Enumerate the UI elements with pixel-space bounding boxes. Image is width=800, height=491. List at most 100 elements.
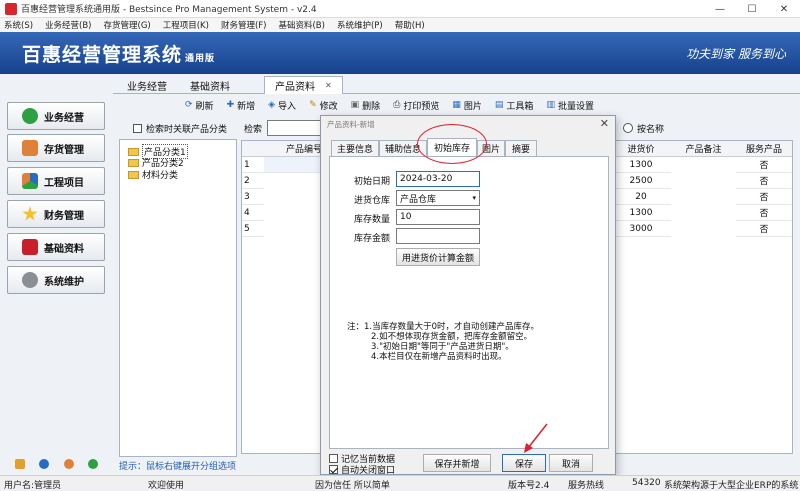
nav-maintenance[interactable]: 系统维护 — [7, 266, 105, 294]
image-icon: ▦ — [452, 100, 461, 110]
remember-checkbox[interactable] — [329, 454, 338, 463]
trash-icon: ▣ — [350, 100, 360, 110]
note-line: 2.如不想体现存货金额，把库存金额留空。 — [371, 332, 533, 342]
status-architecture: 系统架构源于大型企业ERP的系统 — [664, 481, 799, 491]
menu-basics[interactable]: 基础资料(B) — [278, 19, 324, 31]
tab-basics[interactable]: 基础资料 — [180, 76, 240, 94]
stock-amount-input[interactable] — [396, 228, 480, 244]
calc-by-price-button[interactable]: 用进货价计算金额 — [396, 248, 480, 266]
search-related-option[interactable]: 检索时关联产品分类 — [133, 122, 227, 135]
initial-date-input[interactable]: 2024-03-20 — [396, 171, 480, 187]
button-label: 删除 — [362, 101, 381, 112]
service-cell[interactable]: 否 — [736, 157, 792, 173]
window-controls: — ☐ ✕ — [704, 0, 800, 18]
brand-title: 百惠经营管理系统 通用版 — [22, 40, 215, 67]
refresh-button[interactable]: ⟳ 刷新 — [185, 99, 214, 112]
menu-system[interactable]: 系统(S) — [4, 19, 33, 31]
sort-by-name-radio[interactable] — [623, 123, 633, 133]
column-header-price[interactable]: 进货价 — [611, 141, 671, 157]
nav-label: 业务经营 — [44, 112, 84, 124]
info-icon[interactable] — [39, 459, 50, 469]
close-tab-icon[interactable]: ✕ — [325, 81, 332, 90]
tab-business[interactable]: 业务经营 — [117, 76, 177, 94]
nav-label: 系统维护 — [44, 276, 84, 288]
tree-node-materials[interactable]: 材料分类 — [128, 168, 178, 181]
status-service-number: 54320 — [632, 478, 661, 488]
app-icon — [5, 2, 17, 15]
chevron-down-icon: ▾ — [472, 194, 476, 202]
gear-icon — [22, 272, 38, 288]
settings-icon[interactable] — [63, 459, 74, 469]
dialog-tab-summary[interactable]: 摘要 — [505, 140, 537, 156]
highlight-circle — [417, 124, 487, 164]
menu-projects[interactable]: 工程项目(K) — [163, 19, 209, 31]
service-cell[interactable]: 否 — [736, 221, 792, 237]
column-header-notes[interactable]: 产品备注 — [671, 141, 736, 157]
menu-help[interactable]: 帮助(H) — [395, 19, 425, 31]
stock-qty-input[interactable]: 10 — [396, 209, 480, 225]
menu-maintenance[interactable]: 系统维护(P) — [337, 19, 383, 31]
banner: 百惠经营管理系统 通用版 功夫到家 服务到心 — [0, 32, 800, 74]
maximize-button[interactable]: ☐ — [736, 0, 768, 18]
price-cell[interactable]: 1300 — [611, 205, 671, 221]
cancel-button[interactable]: 取消 — [549, 454, 593, 472]
status-user: 用户名:管理员 — [4, 481, 62, 491]
nav-label: 财务管理 — [44, 210, 84, 222]
add-button[interactable]: ✚ 新增 — [227, 99, 256, 112]
refresh-icon[interactable] — [87, 459, 98, 469]
warehouse-value: 产品仓库 — [400, 194, 437, 205]
slogan: 功夫到家 服务到心 — [686, 47, 786, 61]
refresh-icon: ⟳ — [185, 100, 193, 110]
service-cell[interactable]: 否 — [736, 173, 792, 189]
folder-icon[interactable] — [15, 459, 26, 469]
import-button[interactable]: ◈ 导入 — [268, 99, 296, 112]
search-label: 检索 — [244, 124, 263, 135]
nav-inventory[interactable]: 存货管理 — [7, 134, 105, 162]
autoclose-checkbox[interactable] — [329, 465, 338, 474]
price-cell[interactable]: 20 — [611, 189, 671, 205]
toolbox-button[interactable]: ▤ 工具箱 — [495, 99, 534, 112]
category-tree: 产品分类1 产品分类2 材料分类 — [119, 139, 237, 457]
image-button[interactable]: ▦ 图片 — [452, 99, 482, 112]
save-and-new-button[interactable]: 保存并新增 — [423, 454, 491, 472]
search-related-checkbox[interactable] — [133, 124, 142, 133]
price-cell[interactable]: 1300 — [611, 157, 671, 173]
nav-label: 基础资料 — [44, 243, 84, 255]
delete-button[interactable]: ▣ 删除 — [351, 99, 381, 112]
tab-products[interactable]: 产品资料 ✕ — [264, 76, 343, 94]
search-input[interactable] — [267, 120, 327, 136]
column-header-service[interactable]: 服务产品 — [736, 141, 792, 157]
check-icon — [22, 108, 38, 124]
nav-finance[interactable]: 财务管理 — [7, 200, 105, 228]
service-cell[interactable]: 否 — [736, 189, 792, 205]
row-number: 2 — [242, 173, 264, 189]
menu-inventory[interactable]: 存货管理(G) — [104, 19, 151, 31]
amount-label: 库存金额 — [353, 234, 390, 244]
left-nav: 业务经营 存货管理 工程项目 财务管理 基础资料 系统维护 — [0, 74, 113, 454]
nav-basics[interactable]: 基础资料 — [7, 233, 105, 261]
print-preview-button[interactable]: ⎙ 打印预览 — [393, 99, 439, 112]
button-label: 工具箱 — [506, 101, 534, 112]
button-label: 图片 — [463, 101, 482, 112]
dialog-tab-main[interactable]: 主要信息 — [331, 140, 379, 156]
close-button[interactable]: ✕ — [768, 0, 800, 18]
nav-projects[interactable]: 工程项目 — [7, 167, 105, 195]
plus-icon: ✚ — [226, 100, 235, 110]
edit-button[interactable]: ✎ 修改 — [309, 99, 338, 112]
nav-business[interactable]: 业务经营 — [7, 102, 105, 130]
menu-finance[interactable]: 财务管理(F) — [221, 19, 267, 31]
menu-business[interactable]: 业务经营(B) — [45, 19, 91, 31]
dialog-close-icon[interactable]: ✕ — [600, 117, 609, 130]
service-cell[interactable]: 否 — [736, 205, 792, 221]
price-cell[interactable]: 2500 — [611, 173, 671, 189]
button-label: 修改 — [319, 101, 338, 112]
minimize-button[interactable]: — — [704, 0, 736, 18]
note-line: 4.本栏目仅在新增产品资料时出现。 — [371, 352, 507, 362]
note-line: 注：1.当库存数量大于0时，才自动创建产品库存。 — [347, 322, 540, 332]
initial-stock-pane: 初始日期 2024-03-20 进货仓库 产品仓库 ▾ 库存数量 10 库存金额… — [329, 156, 609, 449]
warehouse-select[interactable]: 产品仓库 ▾ — [396, 190, 480, 206]
folder-icon — [128, 170, 139, 179]
row-number: 3 — [242, 189, 264, 205]
price-cell[interactable]: 3000 — [611, 221, 671, 237]
batch-settings-button[interactable]: ▥ 批量设置 — [546, 99, 594, 112]
